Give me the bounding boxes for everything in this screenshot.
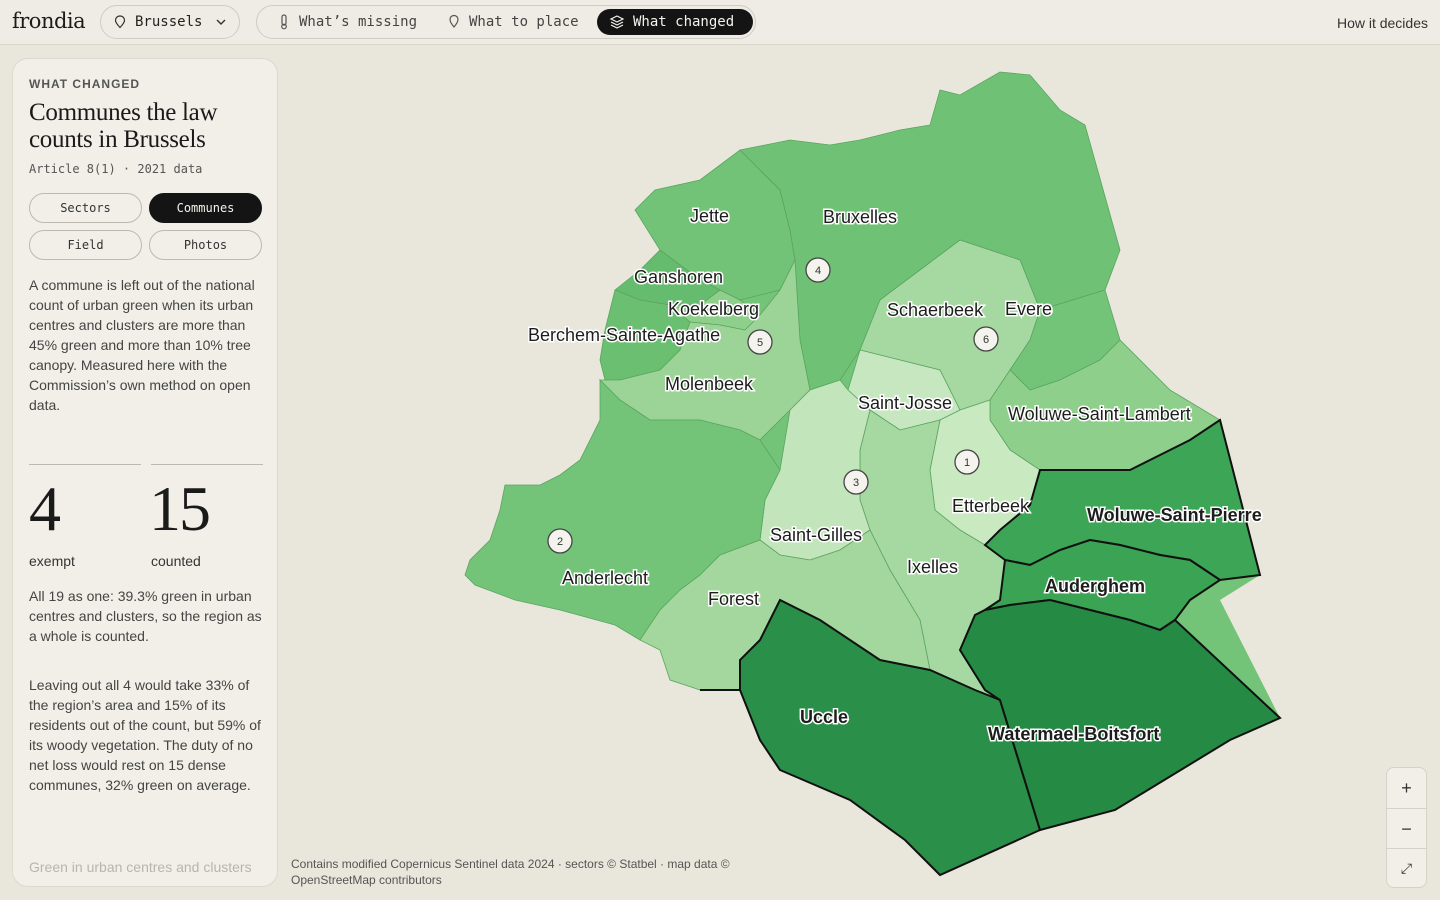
commune-map[interactable]: Jette Bruxelles Ganshoren Koekelberg Ber… [278, 45, 1440, 900]
map-marker[interactable]: 5 [747, 329, 773, 355]
stat-exempt-label: exempt [29, 553, 75, 569]
label-saint-gilles: Saint-Gilles [770, 525, 862, 545]
leaving-out-text: Leaving out all 4 would take 33% of the … [29, 677, 261, 793]
zoom-out-button[interactable]: − [1387, 809, 1426, 849]
all-as-one-text: All 19 as one: 39.3% green in urban cent… [29, 588, 262, 644]
view-tabs: What’s missing What to place What change… [256, 5, 756, 39]
label-woluwe-saint-pierre: Woluwe-Saint-Pierre [1087, 505, 1262, 525]
map-marker[interactable]: 1 [954, 449, 980, 475]
tab-label: What to place [469, 14, 579, 30]
stat-counted-label: counted [151, 553, 201, 569]
map-marker[interactable]: 3 [843, 469, 869, 495]
map-marker[interactable]: 4 [805, 257, 831, 283]
label-watermael-boitsfort: Watermael-Boitsfort [988, 724, 1159, 744]
fullscreen-button[interactable]: ⤢ [1387, 848, 1426, 888]
label-koekelberg: Koekelberg [668, 299, 759, 319]
pill-communes[interactable]: Communes [149, 193, 262, 223]
label-forest: Forest [708, 589, 759, 609]
label-saint-josse: Saint-Josse [858, 393, 952, 413]
how-it-decides-link[interactable]: How it decides [1337, 15, 1428, 31]
panel-title: Communes the law counts in Brussels [29, 99, 218, 153]
label-auderghem: Auderghem [1045, 576, 1145, 596]
divider [151, 464, 263, 465]
label-schaerbeek: Schaerbeek [887, 300, 984, 320]
legend-hint: Green in urban centres and clusters [29, 859, 252, 875]
svg-text:4: 4 [815, 265, 821, 277]
app-logo[interactable]: frondia [12, 9, 86, 33]
tab-label: What changed [633, 14, 735, 30]
top-bar: frondia Brussels What’s missing What to … [0, 0, 1440, 45]
stat-exempt-value: 4 [29, 473, 61, 544]
tab-what-to-place[interactable]: What to place [435, 9, 595, 35]
pill-sectors[interactable]: Sectors [29, 193, 142, 223]
label-bruxelles: Bruxelles [823, 207, 897, 227]
tab-label: What’s missing [299, 14, 418, 30]
label-ganshoren: Ganshoren [634, 267, 723, 287]
city-select-value: Brussels [135, 14, 203, 30]
label-jette: Jette [690, 206, 729, 226]
thermometer-icon [281, 14, 287, 30]
svg-text:3: 3 [853, 477, 859, 489]
svg-text:5: 5 [757, 337, 763, 349]
label-anderlecht: Anderlecht [562, 568, 648, 588]
map-marker[interactable]: 2 [547, 528, 573, 554]
divider [29, 464, 141, 465]
pin-icon [449, 14, 459, 28]
stat-counted-value: 15 [149, 473, 211, 544]
intro-text: A commune is left out of the national co… [29, 277, 255, 413]
tab-what-changed[interactable]: What changed [597, 9, 753, 35]
label-molenbeek: Molenbeek [665, 374, 754, 394]
label-evere: Evere [1005, 299, 1052, 319]
zoom-controls: + − ⤢ [1386, 767, 1427, 888]
panel-subtitle: Article 8(1) · 2021 data [29, 162, 203, 176]
label-berchem: Berchem-Sainte-Agathe [528, 325, 720, 345]
label-uccle: Uccle [800, 707, 848, 727]
city-select[interactable]: Brussels [100, 5, 240, 39]
svg-text:6: 6 [983, 334, 989, 346]
chevron-down-icon [216, 19, 226, 25]
label-etterbeek: Etterbeek [952, 496, 1030, 516]
label-ixelles: Ixelles [907, 557, 958, 577]
zoom-in-button[interactable]: + [1387, 768, 1426, 808]
svg-text:2: 2 [557, 536, 563, 548]
label-woluwe-saint-lambert: Woluwe-Saint-Lambert [1008, 404, 1191, 424]
layers-icon [609, 15, 625, 29]
pill-field[interactable]: Field [29, 230, 142, 260]
panel-eyebrow: WHAT CHANGED [29, 77, 141, 91]
tab-whats-missing[interactable]: What’s missing [265, 9, 435, 35]
info-panel: WHAT CHANGED Communes the law counts in … [12, 58, 278, 887]
pill-photos[interactable]: Photos [149, 230, 262, 260]
map-attribution: Contains modified Copernicus Sentinel da… [291, 857, 730, 887]
pin-icon [114, 15, 126, 29]
map-marker[interactable]: 6 [973, 326, 999, 352]
svg-text:1: 1 [964, 457, 970, 469]
